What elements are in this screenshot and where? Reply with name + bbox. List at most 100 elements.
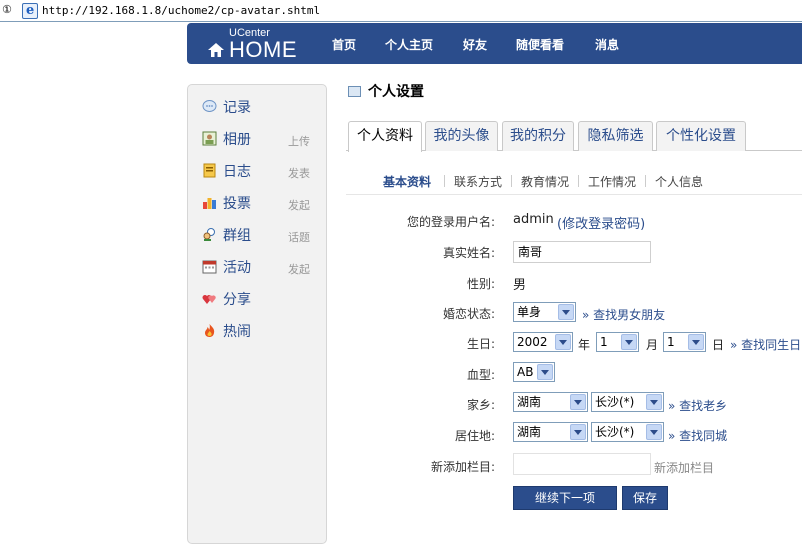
- url-text[interactable]: http://192.168.1.8/uchome2/cp-avatar.sht…: [42, 4, 320, 17]
- sidebar-item-label: 投票: [223, 196, 251, 212]
- sidebar-item-label: 记录: [223, 100, 251, 116]
- birth-day-select[interactable]: 1: [663, 332, 706, 352]
- chevron-down-icon[interactable]: [558, 304, 574, 320]
- subtab-separator: [578, 175, 579, 187]
- subtab-education[interactable]: 教育情况: [521, 173, 569, 190]
- sidebar-item-events[interactable]: 活动 发起: [202, 256, 322, 278]
- blood-type-value: AB: [517, 365, 534, 379]
- sidebar-item-sub[interactable]: 发表: [288, 165, 310, 181]
- page-title: 个人设置: [368, 84, 424, 100]
- subtab-separator: [645, 175, 646, 187]
- find-same-city-link[interactable]: » 查找同城: [668, 427, 727, 444]
- sidebar-item-sub[interactable]: 上传: [288, 133, 310, 149]
- subtab-separator: [511, 175, 512, 187]
- subtab-personal-info[interactable]: 个人信息: [655, 173, 703, 190]
- top-header: UCenter HOME 首页 个人主页 好友 随便看看 消息: [187, 23, 802, 64]
- sidebar-item-label: 分享: [223, 292, 251, 308]
- nav-profile[interactable]: 个人主页: [385, 36, 433, 53]
- blood-type-label: 血型:: [466, 368, 495, 382]
- nav-browse[interactable]: 随便看看: [516, 36, 564, 53]
- sidebar-item-poll[interactable]: 投票 发起: [202, 192, 322, 214]
- subtab-work[interactable]: 工作情况: [588, 173, 636, 190]
- month-unit: 月: [646, 338, 659, 352]
- new-field-label: 新添加栏目:: [430, 460, 495, 474]
- sidebar-item-album[interactable]: 相册 上传: [202, 128, 322, 150]
- year-unit: 年: [578, 338, 591, 352]
- birthday-label: 生日:: [466, 337, 495, 351]
- chevron-down-icon[interactable]: [646, 424, 662, 440]
- subtab-separator: [444, 175, 445, 187]
- birth-month-value: 1: [600, 335, 608, 349]
- sidebar-item-label: 日志: [223, 164, 251, 180]
- continue-next-button[interactable]: 继续下一项: [513, 486, 617, 510]
- notebook-icon: [203, 163, 216, 178]
- gender-label: 性别:: [466, 277, 495, 291]
- hometown-city-value: 长沙(*): [595, 395, 635, 409]
- find-townsman-link[interactable]: » 查找老乡: [668, 397, 727, 414]
- tab-points[interactable]: 我的积分: [502, 121, 574, 151]
- sidebar-item-records[interactable]: 记录: [202, 96, 322, 118]
- tab-personalize[interactable]: 个性化设置: [656, 121, 746, 151]
- residence-city-select[interactable]: 长沙(*): [591, 422, 664, 442]
- nav-friends[interactable]: 好友: [463, 36, 487, 53]
- sidebar-item-sub[interactable]: 发起: [288, 261, 310, 277]
- tab-avatar[interactable]: 我的头像: [425, 121, 498, 151]
- tab-profile[interactable]: 个人资料: [348, 121, 422, 152]
- marital-select[interactable]: 单身: [513, 302, 576, 322]
- birth-month-select[interactable]: 1: [596, 332, 639, 352]
- sidebar-item-label: 热闹: [223, 324, 251, 340]
- people-icon: [203, 228, 215, 241]
- subtab-basic[interactable]: 基本资料: [383, 173, 431, 190]
- blood-type-select[interactable]: AB: [513, 362, 555, 382]
- hometown-province-value: 湖南: [517, 395, 542, 409]
- subtab-contact[interactable]: 联系方式: [454, 173, 502, 190]
- chevron-down-icon[interactable]: [537, 364, 553, 380]
- find-partner-link[interactable]: » 查找男女朋友: [582, 306, 665, 323]
- sidebar-item-groups[interactable]: 群组 话题: [202, 224, 322, 246]
- address-bar[interactable]: ① http://192.168.1.8/uchome2/cp-avatar.s…: [0, 0, 802, 22]
- sidebar-item-share[interactable]: 分享: [202, 288, 322, 310]
- sidebar-item-sub[interactable]: 话题: [288, 229, 310, 245]
- chevron-down-icon[interactable]: [570, 424, 586, 440]
- hometown-label: 家乡:: [466, 398, 495, 412]
- birth-day-value: 1: [667, 335, 675, 349]
- sidebar-item-blog[interactable]: 日志 发表: [202, 160, 322, 182]
- address-label: ①: [2, 3, 12, 16]
- sidebar-item-hot[interactable]: 热闹: [202, 320, 322, 342]
- change-password-link[interactable]: (修改登录密码): [557, 213, 645, 232]
- realname-input[interactable]: 南哥: [513, 241, 651, 263]
- sidebar-item-label: 相册: [223, 132, 251, 148]
- gender-value: 男: [513, 278, 527, 293]
- hometown-province-select[interactable]: 湖南: [513, 392, 588, 412]
- username-value: admin: [513, 212, 554, 227]
- new-field-input[interactable]: [513, 453, 651, 475]
- nav-messages[interactable]: 消息: [595, 36, 619, 53]
- calendar-icon: [202, 260, 217, 274]
- profile-card-icon: [348, 86, 361, 97]
- residence-city-value: 长沙(*): [595, 425, 635, 439]
- chevron-down-icon[interactable]: [688, 334, 704, 350]
- nav-home[interactable]: 首页: [332, 36, 356, 53]
- birth-year-select[interactable]: 2002: [513, 332, 573, 352]
- chevron-down-icon[interactable]: [555, 334, 571, 350]
- sidebar-item-sub[interactable]: 发起: [288, 197, 310, 213]
- marital-label: 婚恋状态:: [442, 307, 495, 321]
- birth-year-value: 2002: [517, 335, 548, 349]
- chevron-down-icon[interactable]: [621, 334, 637, 350]
- marital-select-value: 单身: [517, 305, 542, 319]
- logo-big-text[interactable]: HOME: [229, 37, 297, 63]
- find-same-birthday-link[interactable]: » 查找同生日: [730, 336, 801, 353]
- fire-icon: [205, 324, 215, 337]
- hearts-icon: [202, 295, 216, 304]
- sidebar-item-label: 群组: [223, 228, 251, 244]
- home-icon: [208, 43, 224, 57]
- chevron-down-icon[interactable]: [570, 394, 586, 410]
- bar-chart-icon: [203, 198, 216, 209]
- chevron-down-icon[interactable]: [646, 394, 662, 410]
- day-unit: 日: [712, 338, 725, 352]
- residence-province-select[interactable]: 湖南: [513, 422, 588, 442]
- hometown-city-select[interactable]: 长沙(*): [591, 392, 664, 412]
- save-button[interactable]: 保存: [622, 486, 668, 510]
- tab-privacy[interactable]: 隐私筛选: [578, 121, 653, 151]
- photo-icon: [202, 131, 217, 146]
